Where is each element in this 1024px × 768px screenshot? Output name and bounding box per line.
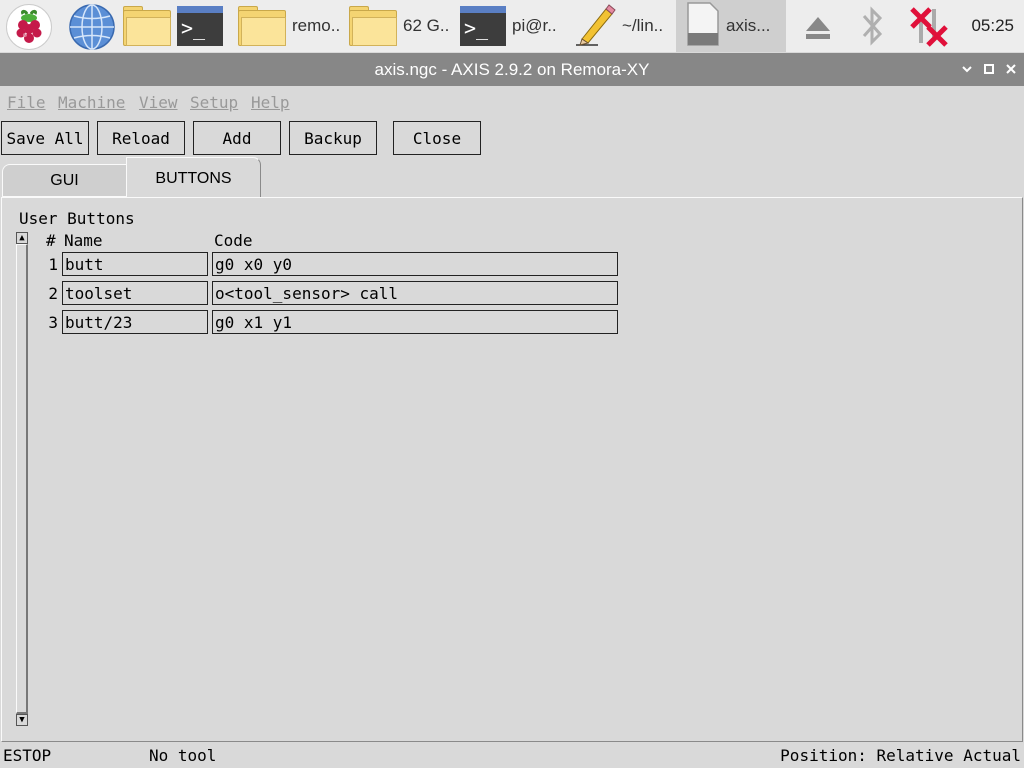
taskbar-window-label: ~/lin.. <box>622 16 664 35</box>
menu-setup[interactable]: Setup <box>190 93 238 112</box>
save-all-button[interactable]: Save All <box>1 121 89 155</box>
scroll-down-icon[interactable]: ▼ <box>16 714 28 726</box>
tab-gui[interactable]: GUI <box>2 164 126 197</box>
menu-file[interactable]: File <box>7 93 46 112</box>
document-icon <box>686 1 720 52</box>
taskbar-window-editor[interactable]: ~/lin.. <box>570 0 663 52</box>
file-manager-icon[interactable] <box>123 0 171 52</box>
folder-icon <box>238 6 286 46</box>
tool-status: No tool <box>149 746 217 765</box>
terminal-icon: >_ <box>460 6 506 46</box>
button-code-field[interactable] <box>212 281 618 305</box>
scrollbar-thumb[interactable] <box>16 244 28 714</box>
taskbar-window-label: axis... <box>726 16 771 35</box>
reload-button[interactable]: Reload <box>97 121 185 155</box>
close-button[interactable]: Close <box>393 121 481 155</box>
notebook-tabs: GUI BUTTONS <box>0 157 1024 198</box>
position-status: Position: Relative Actual <box>780 746 1021 765</box>
taskbar: >_ remo.. 62 G.. >_ pi@r.. ~/lin.. axis.… <box>0 0 1024 52</box>
menu-label: Machine <box>58 93 126 112</box>
add-button[interactable]: Add <box>193 121 281 155</box>
button-code-field[interactable] <box>212 310 618 334</box>
column-header-code: Code <box>214 231 253 250</box>
terminal-icon[interactable]: >_ <box>177 0 223 52</box>
taskbar-window-remora[interactable]: remo.. <box>238 0 340 52</box>
estop-status: ESTOP <box>3 746 52 765</box>
maximize-icon[interactable] <box>981 61 997 77</box>
raspberry-pi-menu-icon[interactable] <box>6 4 52 50</box>
row-number: 3 <box>48 313 58 332</box>
column-header-name: Name <box>64 231 103 250</box>
web-browser-icon[interactable] <box>69 4 115 55</box>
button-name-field[interactable] <box>62 310 208 334</box>
eject-icon[interactable] <box>804 0 832 52</box>
clock: 05:25 <box>971 16 1014 35</box>
row-number: 2 <box>48 284 58 303</box>
close-icon[interactable] <box>1003 61 1019 77</box>
bluetooth-icon[interactable] <box>858 0 886 52</box>
statusbar: ESTOP No tool Position: Relative Actual <box>0 743 1024 768</box>
taskbar-window-label: remo.. <box>292 16 341 35</box>
taskbar-window-axis[interactable]: axis... <box>676 0 786 52</box>
taskbar-window-label: 62 G.. <box>403 16 450 35</box>
minimize-icon[interactable] <box>959 61 975 77</box>
window-title: axis.ngc - AXIS 2.9.2 on Remora-XY <box>374 60 650 79</box>
taskbar-window-terminal[interactable]: >_ pi@r.. <box>460 0 557 52</box>
menubar: File Machine View Setup Help <box>0 86 1024 116</box>
menu-view[interactable]: View <box>139 93 178 112</box>
menu-label: View <box>139 93 178 112</box>
menu-label: File <box>7 93 46 112</box>
scroll-up-icon[interactable]: ▲ <box>16 232 28 244</box>
buttons-panel <box>1 197 1023 742</box>
menu-label: Setup <box>190 93 239 112</box>
button-code-field[interactable] <box>212 252 618 276</box>
menu-help[interactable]: Help <box>251 93 290 112</box>
section-heading: User Buttons <box>19 209 135 228</box>
text-editor-icon <box>570 1 616 52</box>
taskbar-window-62g[interactable]: 62 G.. <box>349 0 449 52</box>
button-name-field[interactable] <box>62 281 208 305</box>
menu-label: Help <box>251 93 290 112</box>
network-disconnected-icon[interactable] <box>908 0 950 52</box>
window-titlebar[interactable]: axis.ngc - AXIS 2.9.2 on Remora-XY <box>0 53 1024 86</box>
taskbar-window-label: pi@r.. <box>512 16 557 35</box>
button-name-field[interactable] <box>62 252 208 276</box>
menu-machine[interactable]: Machine <box>58 93 125 112</box>
backup-button[interactable]: Backup <box>289 121 377 155</box>
folder-icon <box>349 6 397 46</box>
column-header-number: # <box>46 231 56 250</box>
row-number: 1 <box>48 255 58 274</box>
tab-buttons[interactable]: BUTTONS <box>126 157 261 198</box>
